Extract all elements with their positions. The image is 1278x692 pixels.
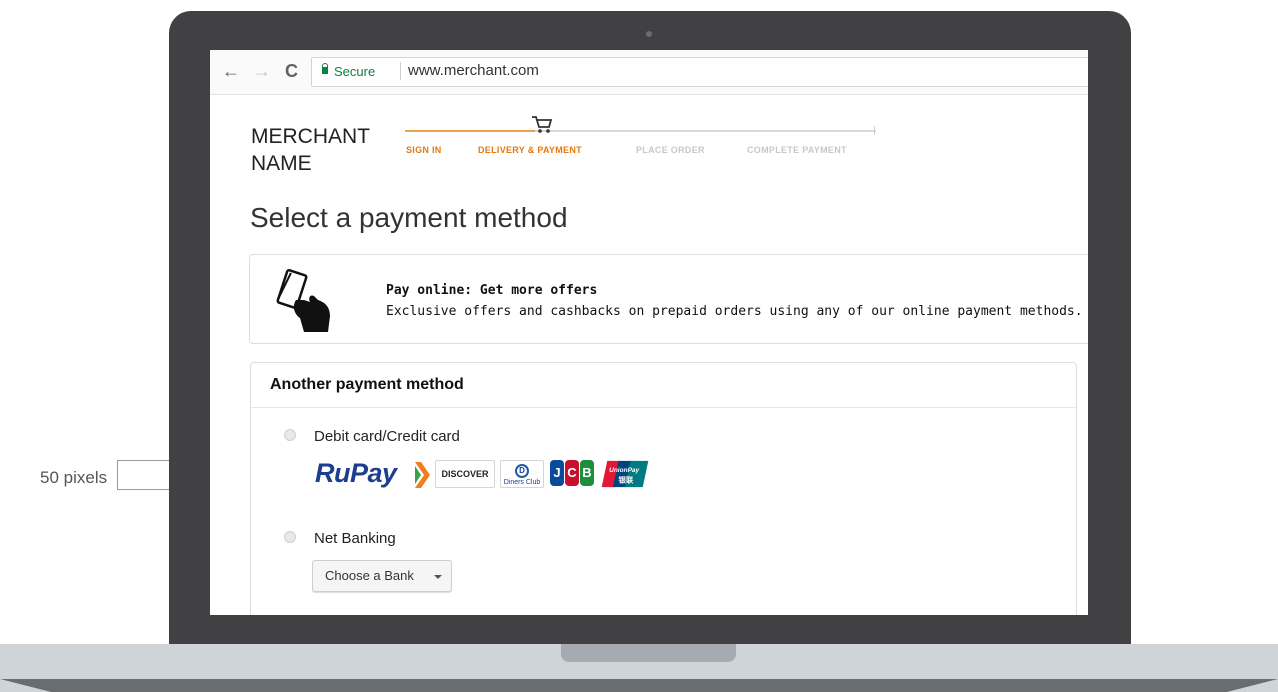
- svg-text:银联: 银联: [618, 474, 633, 484]
- jcb-c: C: [565, 460, 579, 486]
- payment-methods-title: Another payment method: [270, 376, 464, 393]
- cart-icon: [532, 116, 553, 133]
- checkout-progress-fill: [405, 130, 535, 132]
- rupay-arrow-icon: [415, 462, 430, 488]
- rupay-logo: RuPay: [315, 458, 397, 488]
- address-divider: [400, 62, 401, 80]
- browser-screen: ← → C Secure www.merchant.com MERCHANT N…: [210, 50, 1088, 615]
- netbanking-option-label[interactable]: Net Banking: [314, 530, 396, 547]
- step-place-order: PLACE ORDER: [636, 145, 705, 155]
- jcb-j: J: [550, 460, 564, 486]
- browser-toolbar: ← → C Secure www.merchant.com: [210, 50, 1088, 95]
- diners-club-logo: D Diners Club: [500, 460, 544, 488]
- step-complete-payment: COMPLETE PAYMENT: [747, 145, 847, 155]
- back-arrow-icon[interactable]: ←: [222, 61, 240, 82]
- forward-arrow-icon[interactable]: →: [253, 61, 271, 82]
- jcb-logo: JCB: [550, 460, 595, 488]
- card-radio[interactable]: [284, 429, 296, 441]
- address-bar[interactable]: Secure www.merchant.com: [311, 57, 1088, 87]
- diners-label: Diners Club: [503, 479, 541, 486]
- lock-icon: [322, 63, 328, 74]
- svg-text:UnionPay: UnionPay: [609, 467, 639, 474]
- hand-card-icon: [276, 269, 330, 332]
- offer-description: Exclusive offers and cashbacks on prepai…: [386, 304, 1083, 319]
- card-logos: RuPay DISCOVER D Diners Club JCB UnionPa…: [315, 458, 655, 492]
- laptop-base-bottom: [0, 679, 1278, 692]
- merchant-name: MERCHANT NAME: [251, 125, 370, 175]
- chevron-down-icon: [434, 575, 442, 579]
- offer-title: Pay online: Get more offers: [386, 283, 598, 298]
- unionpay-logo: UnionPay 银联: [601, 460, 649, 488]
- step-delivery-payment: DELIVERY & PAYMENT: [478, 145, 582, 155]
- secure-label: Secure: [334, 64, 376, 79]
- camera-icon: [646, 31, 652, 37]
- jcb-b: B: [580, 460, 594, 486]
- card-option-label[interactable]: Debit card/Credit card: [314, 428, 460, 445]
- payment-methods-panel: Another payment method Debit card/Credit…: [250, 362, 1077, 615]
- choose-bank-label: Choose a Bank: [325, 568, 414, 583]
- checkout-progress-end: [874, 126, 875, 135]
- laptop-notch: [561, 644, 736, 662]
- discover-logo: DISCOVER: [435, 460, 495, 488]
- reload-icon[interactable]: C: [285, 61, 298, 82]
- payment-methods-header: Another payment method: [251, 363, 1076, 408]
- offer-banner: Pay online: Get more offers Exclusive of…: [249, 254, 1088, 344]
- choose-bank-dropdown[interactable]: Choose a Bank: [312, 560, 452, 592]
- step-sign-in: SIGN IN: [406, 145, 442, 155]
- url-text[interactable]: www.merchant.com: [408, 62, 539, 79]
- page-title: Select a payment method: [250, 202, 568, 233]
- netbanking-radio[interactable]: [284, 531, 296, 543]
- diners-mark-icon: D: [515, 464, 529, 478]
- annotation-label: 50 pixels: [40, 468, 108, 487]
